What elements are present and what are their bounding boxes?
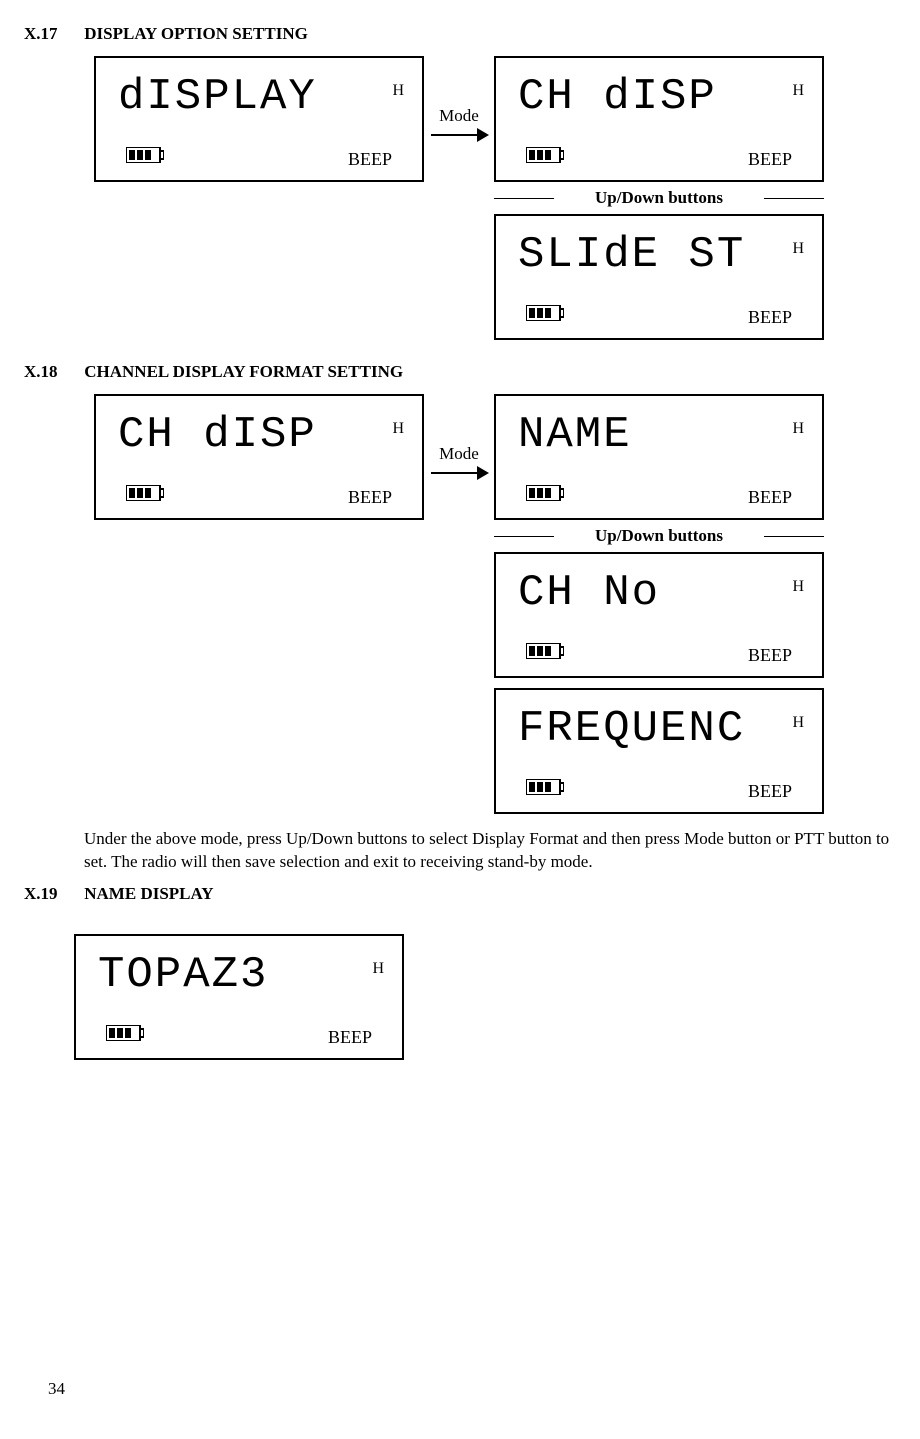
lcd-beep-label: BEEP [748,307,792,328]
section-title: DISPLAY OPTION SETTING [84,24,308,43]
lcd-h-indicator: H [792,240,804,258]
lcd-screen: CH dISP H BEEP [494,56,824,182]
lcd-h-indicator: H [392,82,404,100]
lcd-screen: FREQUENC H BEEP [494,688,824,814]
section-title: CHANNEL DISPLAY FORMAT SETTING [84,362,403,381]
updown-label: Up/Down buttons [494,526,824,546]
page-number: 34 [48,1379,65,1399]
arrow-right-icon [431,472,487,474]
battery-icon [126,485,164,506]
battery-icon [526,147,564,168]
lcd-main-text: FREQUENC [518,704,745,754]
battery-icon [526,485,564,506]
lcd-main-text: NAME [518,410,632,460]
body-paragraph-x18: Under the above mode, press Up/Down butt… [84,828,896,874]
section-heading-x19: X.19 NAME DISPLAY [24,884,896,904]
lcd-h-indicator: H [372,960,384,978]
mode-label: Mode [439,444,479,464]
section-number: X.19 [24,884,80,904]
mode-arrow: Mode [424,56,494,136]
lcd-screen: CH No H BEEP [494,552,824,678]
diagram-x17: dISPLAY H BEEP Mode CH dISP H BEEP Up/Do… [94,56,896,340]
section-heading-x17: X.17 DISPLAY OPTION SETTING [24,24,896,44]
lcd-main-text: TOPAZ3 [98,950,268,1000]
lcd-h-indicator: H [792,578,804,596]
lcd-beep-label: BEEP [348,149,392,170]
lcd-main-text: SLIdE ST [518,230,745,280]
section-heading-x18: X.18 CHANNEL DISPLAY FORMAT SETTING [24,362,896,382]
lcd-beep-label: BEEP [748,781,792,802]
lcd-h-indicator: H [792,420,804,438]
lcd-beep-label: BEEP [348,487,392,508]
lcd-screen: SLIdE ST H BEEP [494,214,824,340]
mode-label: Mode [439,106,479,126]
lcd-screen: TOPAZ3 H BEEP [74,934,404,1060]
lcd-main-text: CH dISP [518,72,717,122]
lcd-screen: CH dISP H BEEP [94,394,424,520]
lcd-beep-label: BEEP [748,645,792,666]
diagram-x18: CH dISP H BEEP Mode NAME H BEEP Up/Down … [94,394,896,814]
lcd-beep-label: BEEP [748,149,792,170]
lcd-beep-label: BEEP [328,1027,372,1048]
lcd-main-text: CH No [518,568,660,618]
lcd-beep-label: BEEP [748,487,792,508]
lcd-screen: dISPLAY H BEEP [94,56,424,182]
battery-icon [526,643,564,664]
battery-icon [126,147,164,168]
battery-icon [106,1025,144,1046]
section-number: X.17 [24,24,80,44]
mode-arrow: Mode [424,394,494,474]
lcd-h-indicator: H [792,714,804,732]
battery-icon [526,305,564,326]
lcd-h-indicator: H [792,82,804,100]
lcd-screen: NAME H BEEP [494,394,824,520]
updown-label: Up/Down buttons [494,188,824,208]
section-title: NAME DISPLAY [84,884,213,903]
battery-icon [526,779,564,800]
arrow-right-icon [431,134,487,136]
lcd-main-text: dISPLAY [118,72,317,122]
section-number: X.18 [24,362,80,382]
lcd-h-indicator: H [392,420,404,438]
lcd-main-text: CH dISP [118,410,317,460]
